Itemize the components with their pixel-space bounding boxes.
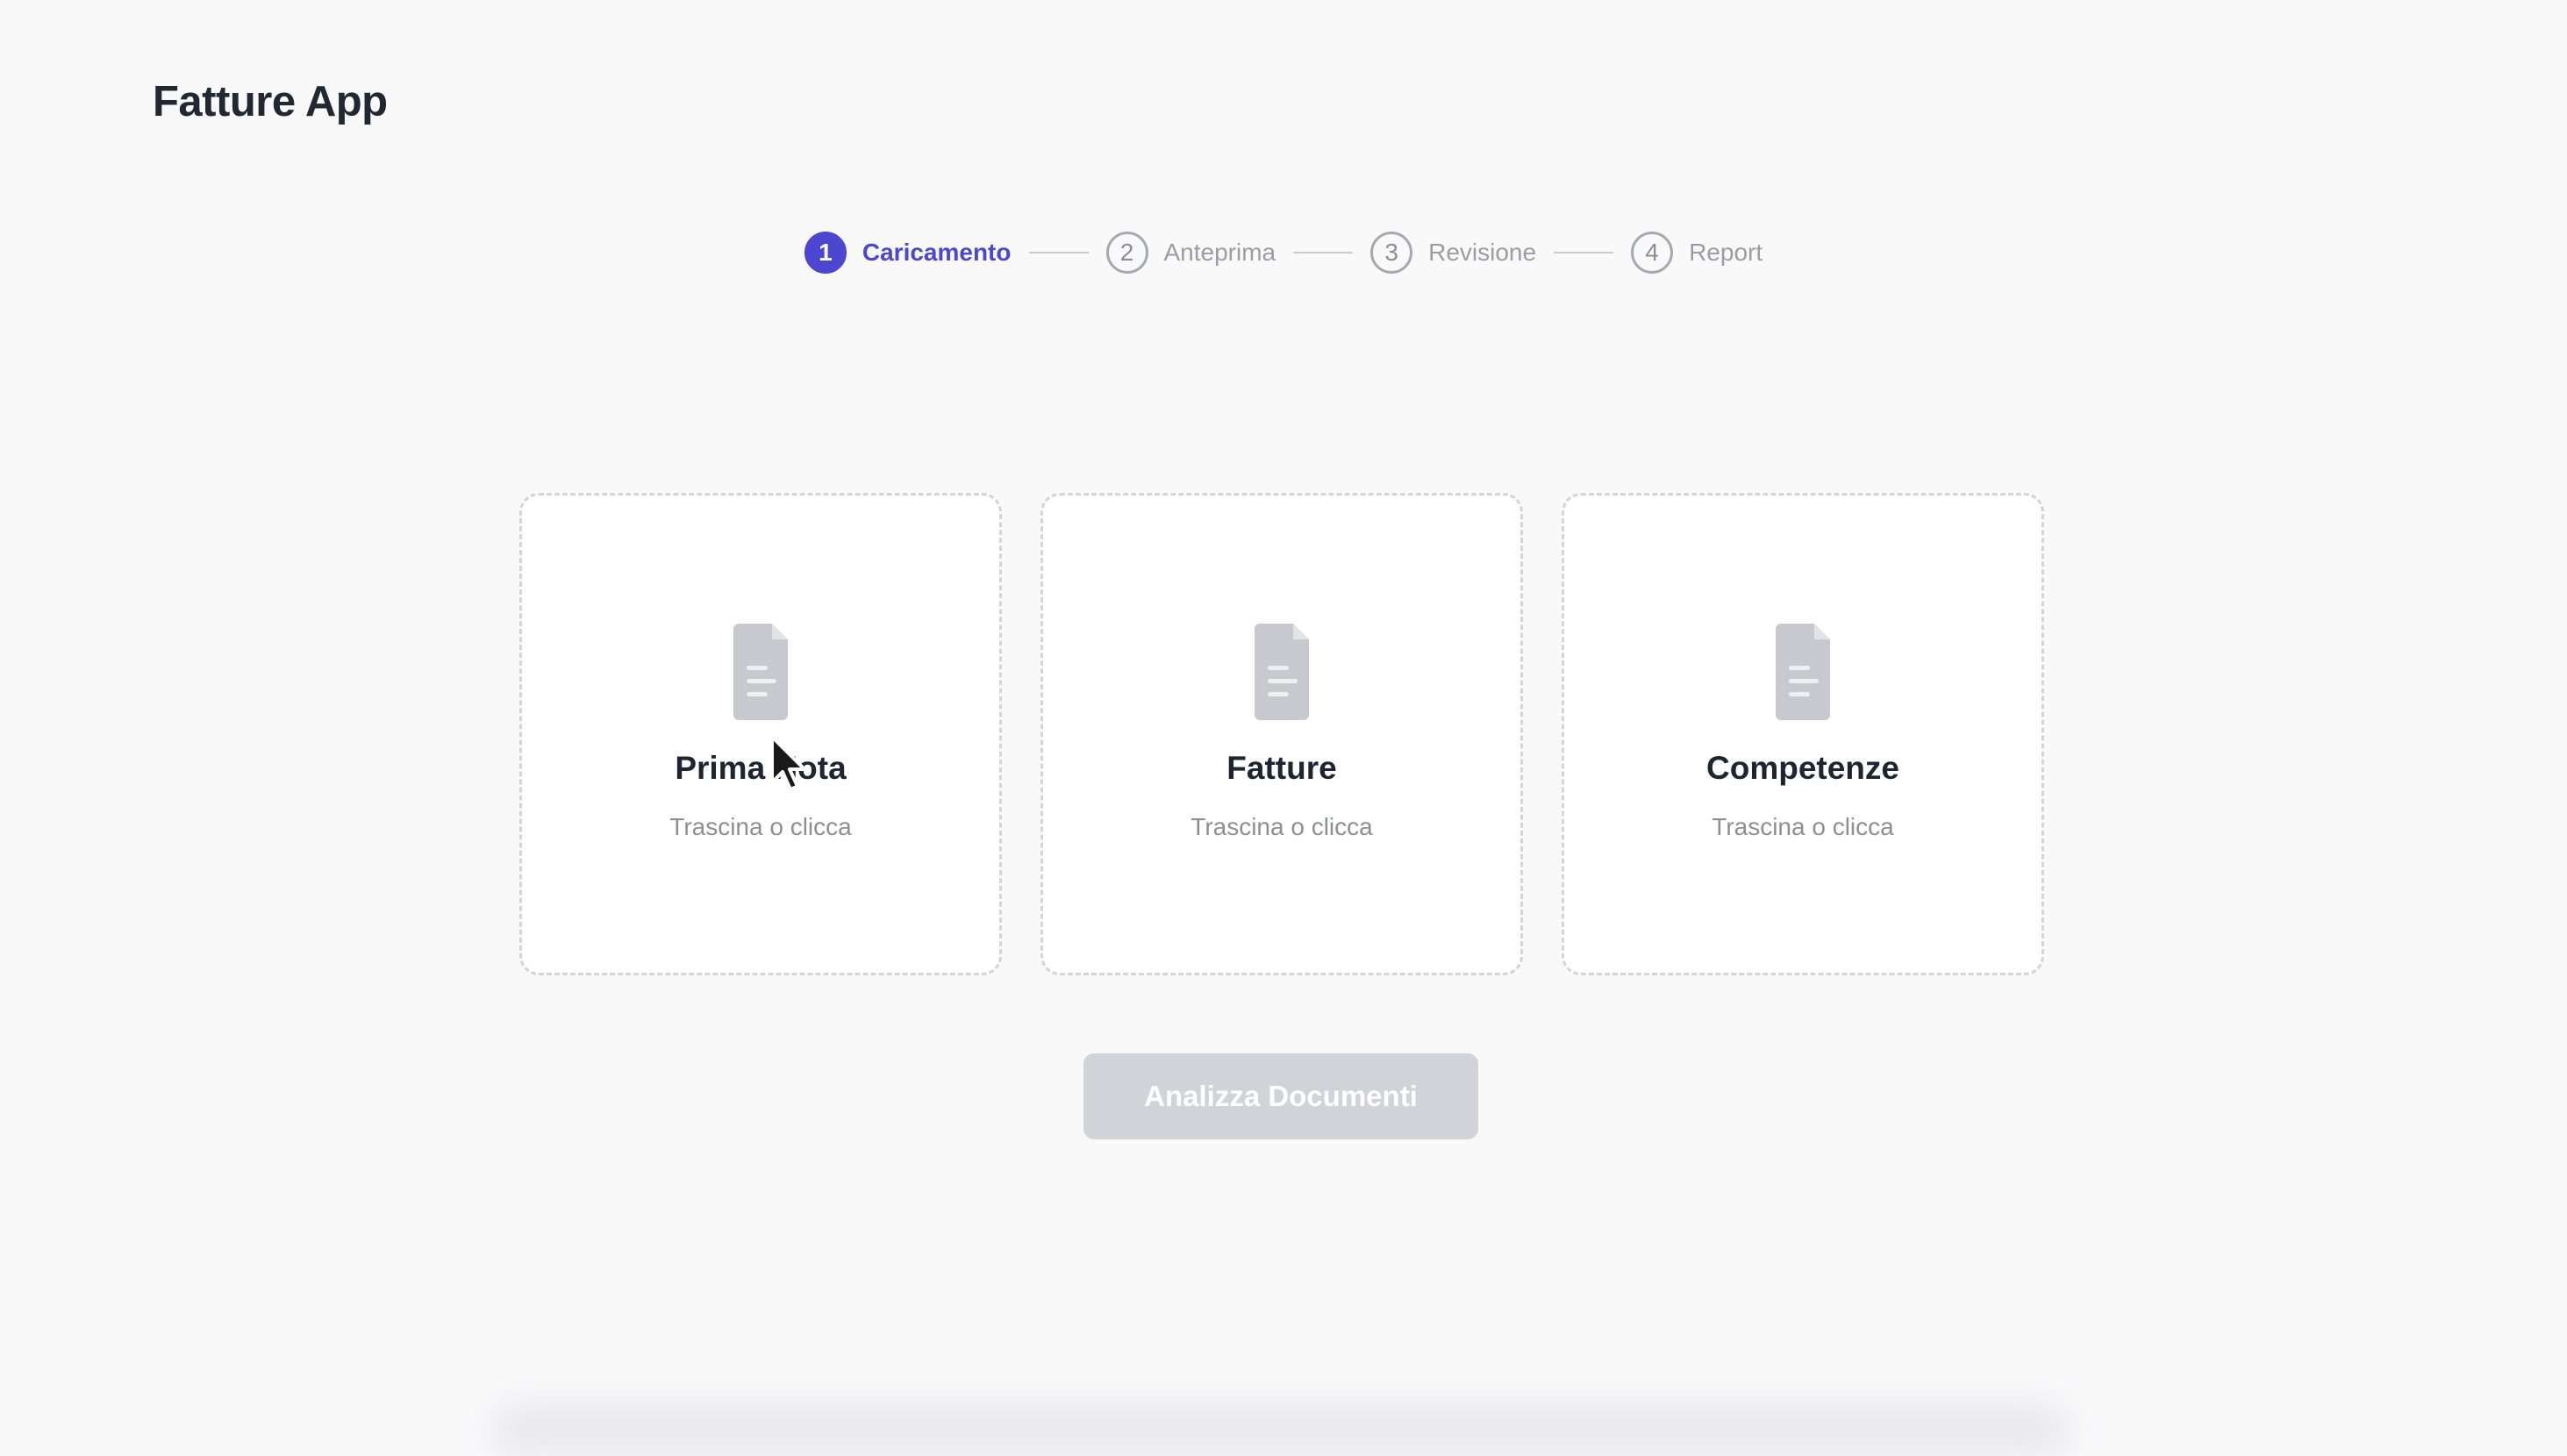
analyze-documents-button[interactable]: Analizza Documenti (1083, 1053, 1478, 1139)
step-number-badge: 4 (1631, 232, 1674, 274)
upload-hint: Trascina o clicca (1191, 813, 1373, 840)
document-icon (733, 624, 788, 720)
step-label: Revisione (1428, 239, 1537, 266)
progress-stepper: 1 Caricamento 2 Anteprima 3 Revisione 4 … (0, 229, 2567, 276)
step-connector (1028, 252, 1089, 253)
step-label: Anteprima (1163, 239, 1276, 266)
step-anteprima[interactable]: 2 Anteprima (1105, 232, 1276, 274)
upload-dropzone-competenze[interactable]: Competenze Trascina o clicca (1562, 493, 2044, 975)
upload-dropzone-fatture[interactable]: Fatture Trascina o clicca (1040, 493, 1523, 975)
bottom-panel-shadow (491, 1403, 2070, 1456)
step-number-badge: 3 (1370, 232, 1413, 274)
upload-title: Competenze (1706, 750, 1899, 786)
app-title: Fatture App (153, 78, 388, 125)
upload-area: Prima Nota Trascina o clicca Fatture Tra… (519, 493, 2044, 975)
step-connector (1554, 252, 1614, 253)
document-icon (1255, 624, 1309, 720)
step-number-badge: 1 (804, 232, 847, 274)
step-label: Caricamento (862, 239, 1012, 266)
step-connector (1293, 252, 1354, 253)
upload-dropzone-prima-nota[interactable]: Prima Nota Trascina o clicca (519, 493, 1002, 975)
upload-title: Prima Nota (675, 750, 847, 786)
stepper-track: 1 Caricamento 2 Anteprima 3 Revisione 4 … (804, 232, 1763, 274)
document-icon (1776, 624, 1830, 720)
step-label: Report (1689, 239, 1763, 266)
step-revisione[interactable]: 3 Revisione (1370, 232, 1536, 274)
upload-title: Fatture (1226, 750, 1337, 786)
step-caricamento[interactable]: 1 Caricamento (804, 232, 1012, 274)
upload-hint: Trascina o clicca (669, 813, 852, 840)
upload-hint: Trascina o clicca (1712, 813, 1894, 840)
step-report[interactable]: 4 Report (1631, 232, 1763, 274)
step-number-badge: 2 (1105, 232, 1148, 274)
